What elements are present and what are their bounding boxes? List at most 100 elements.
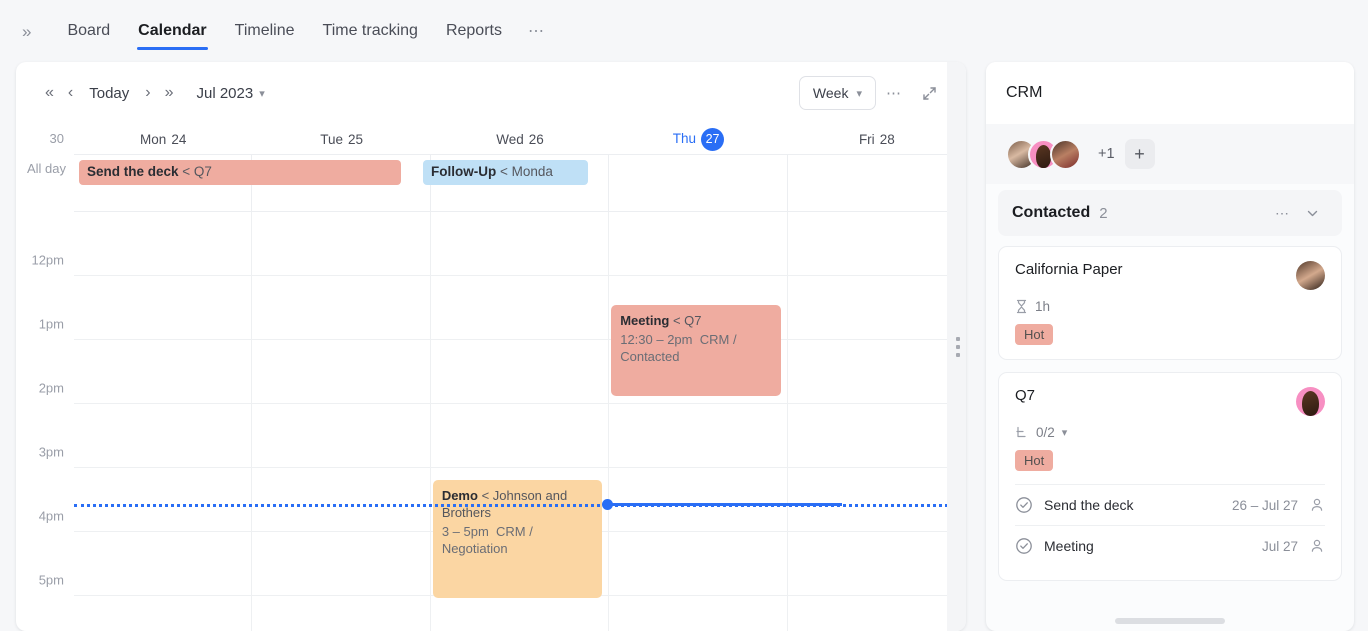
today-badge: 27 <box>701 128 724 151</box>
group-more-icon[interactable]: ⋯ <box>1267 201 1297 226</box>
card-assignee-avatar[interactable] <box>1296 261 1325 290</box>
all-day-label: All day <box>16 154 74 212</box>
group-title: Contacted <box>1012 204 1090 222</box>
tab-label: Calendar <box>138 22 206 39</box>
event-meeting[interactable]: Meeting < Q7 12:30 – 2pm CRM / Contacted <box>611 305 780 396</box>
avatar-group[interactable] <box>1006 139 1072 170</box>
chevron-down-icon: ▾ <box>856 87 862 100</box>
panel-horizontal-scrollbar[interactable] <box>1115 618 1225 624</box>
jump-last-button[interactable]: » <box>158 81 181 105</box>
time-label-4pm: 4pm <box>39 509 64 524</box>
day-column-tue[interactable] <box>252 212 430 631</box>
subtask-date: 26 – Jul 27 <box>1232 498 1298 513</box>
all-day-grid[interactable]: Send the deck < Q7 Follow-Up < Monda <box>74 154 966 212</box>
card-assignee-avatar[interactable] <box>1296 387 1325 416</box>
event-parent: < Q7 <box>182 164 212 179</box>
all-day-cell-fri[interactable] <box>788 155 966 211</box>
tabs-more-icon[interactable]: ⋯ <box>516 21 557 41</box>
time-label-2pm: 2pm <box>39 381 64 396</box>
view-mode-label: Week <box>813 85 849 101</box>
chevron-down-icon[interactable] <box>1297 202 1328 225</box>
card-header: Q7 <box>1015 387 1325 416</box>
subtask-row[interactable]: Meeting Jul 27 <box>1015 525 1325 566</box>
subtask-row[interactable]: Send the deck 26 – Jul 27 <box>1015 484 1325 525</box>
jump-first-button[interactable]: « <box>38 81 61 105</box>
tab-timeline[interactable]: Timeline <box>221 4 309 58</box>
day-header-thu[interactable]: Thu27 <box>609 128 787 151</box>
day-column-thu[interactable]: Meeting < Q7 12:30 – 2pm CRM / Contacted <box>609 212 787 631</box>
day-of-week: Tue <box>320 132 343 147</box>
subtask-icon <box>1015 426 1029 440</box>
day-header-wed[interactable]: Wed26 <box>431 132 609 147</box>
all-day-event-follow-up[interactable]: Follow-Up < Monda <box>423 160 588 185</box>
event-demo[interactable]: Demo < Johnson and Brothers 3 – 5pm CRM … <box>433 480 602 598</box>
prev-week-button[interactable]: ‹ <box>61 81 80 105</box>
calendar-more-icon[interactable]: ⋯ <box>876 78 911 108</box>
avatar[interactable] <box>1050 139 1081 170</box>
event-title: Demo <box>442 488 478 503</box>
tab-time-tracking[interactable]: Time tracking <box>309 4 432 58</box>
chevron-down-icon[interactable]: ▾ <box>1062 426 1068 439</box>
card-title: Q7 <box>1015 387 1296 404</box>
panel-header: CRM <box>986 62 1354 124</box>
day-of-week: Wed <box>496 132 524 147</box>
panel-resize-handle[interactable] <box>947 62 966 631</box>
expand-icon[interactable] <box>911 79 948 108</box>
day-column-wed[interactable]: Demo < Johnson and Brothers 3 – 5pm CRM … <box>431 212 609 631</box>
day-column-mon[interactable] <box>74 212 252 631</box>
card-california-paper[interactable]: California Paper 1h Hot <box>998 246 1342 360</box>
chevrons-right-icon[interactable]: » <box>22 23 31 40</box>
event-time: 3 – 5pm <box>442 524 489 539</box>
person-icon[interactable] <box>1309 497 1325 513</box>
event-parent: < Monda <box>500 164 553 179</box>
calendar-panel: « ‹ Today › » Jul 2023 ▾ Week ▾ ⋯ <box>16 62 966 631</box>
tab-reports[interactable]: Reports <box>432 4 516 58</box>
tab-board[interactable]: Board <box>53 4 124 58</box>
week-number: 30 <box>50 131 64 146</box>
day-number: 24 <box>171 132 186 147</box>
month-selector[interactable]: Jul 2023 ▾ <box>197 85 265 102</box>
subtask-list: Send the deck 26 – Jul 27 <box>1015 484 1325 566</box>
card-q7[interactable]: Q7 0/2 ▾ Hot <box>998 372 1342 581</box>
hourglass-icon <box>1015 299 1028 314</box>
day-of-week: Fri <box>859 132 875 147</box>
time-grid-scroll[interactable]: 12pm 1pm 2pm 3pm 4pm 5pm <box>16 212 966 631</box>
card-duration: 1h <box>1035 299 1050 314</box>
main-content: « ‹ Today › » Jul 2023 ▾ Week ▾ ⋯ <box>0 62 1368 631</box>
check-circle-icon[interactable] <box>1015 496 1033 514</box>
day-header-fri[interactable]: Fri28 <box>788 132 966 147</box>
next-week-button[interactable]: › <box>138 81 157 105</box>
tab-calendar[interactable]: Calendar <box>124 4 220 58</box>
event-title-line: Meeting < Q7 <box>620 312 771 329</box>
subtask-title: Meeting <box>1044 538 1251 554</box>
calendar-toolbar: « ‹ Today › » Jul 2023 ▾ Week ▾ ⋯ <box>16 62 966 124</box>
day-column-fri[interactable] <box>788 212 966 631</box>
all-day-cell-thu[interactable] <box>609 155 787 211</box>
view-mode-selector[interactable]: Week ▾ <box>799 76 876 110</box>
day-header-tue[interactable]: Tue25 <box>252 132 430 147</box>
card-meta[interactable]: 0/2 ▾ <box>1015 425 1325 440</box>
all-day-event-send-the-deck[interactable]: Send the deck < Q7 <box>79 160 401 185</box>
status-badge[interactable]: Hot <box>1015 450 1053 471</box>
event-title: Send the deck <box>87 164 179 179</box>
check-circle-icon[interactable] <box>1015 537 1033 555</box>
card-header: California Paper <box>1015 261 1325 290</box>
time-label-5pm: 5pm <box>39 573 64 588</box>
subtask-title: Send the deck <box>1044 497 1221 513</box>
top-tab-bar: » Board Calendar Timeline Time tracking … <box>0 0 1368 62</box>
time-grid: 12pm 1pm 2pm 3pm 4pm 5pm <box>16 212 966 631</box>
person-icon[interactable] <box>1309 538 1325 554</box>
tab-label: Board <box>67 22 110 39</box>
card-meta: 1h <box>1015 299 1325 314</box>
time-label-12pm: 12pm <box>31 253 64 268</box>
day-header-mon[interactable]: Mon24 <box>74 132 252 147</box>
add-person-button[interactable]: + <box>1125 139 1155 169</box>
chevron-down-icon: ▾ <box>259 87 265 100</box>
time-label-3pm: 3pm <box>39 445 64 460</box>
group-header-contacted[interactable]: Contacted 2 ⋯ <box>998 190 1342 236</box>
event-time: 12:30 – 2pm <box>620 332 692 347</box>
tab-label: Time tracking <box>323 22 418 39</box>
time-label-1pm: 1pm <box>39 317 64 332</box>
status-badge[interactable]: Hot <box>1015 324 1053 345</box>
today-button[interactable]: Today <box>80 81 138 106</box>
